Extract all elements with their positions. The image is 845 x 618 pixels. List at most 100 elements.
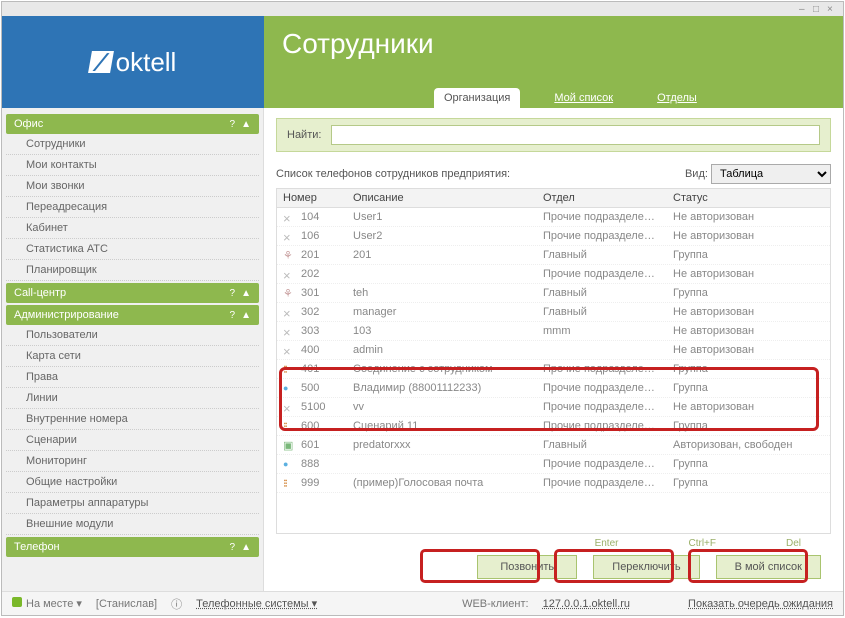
cell-status: Не авторизован (673, 211, 823, 223)
sidebar-item-Планировщик[interactable]: Планировщик (6, 260, 259, 281)
cell-dept: Прочие подразделе… (543, 420, 673, 432)
cell-number: 601 (301, 439, 319, 451)
table-row[interactable]: 888Прочие подразделе…Группа (277, 455, 830, 474)
info-icon[interactable]: ⓘ (171, 596, 182, 612)
help-icon[interactable]: ? (230, 310, 236, 321)
collapse-icon[interactable]: ▲ (241, 288, 251, 299)
sidebar-item-Внешние модули[interactable]: Внешние модули (6, 514, 259, 535)
cell-status: Группа (673, 458, 823, 470)
cell-dept: Прочие подразделе… (543, 268, 673, 280)
table-row[interactable]: 5100vvПрочие подразделе…Не авторизован (277, 398, 830, 417)
view-select[interactable]: Таблица (711, 164, 831, 184)
hint-enter: Enter (595, 538, 619, 549)
status-icon (283, 420, 295, 432)
show-queue-link[interactable]: Показать очередь ожидания (688, 598, 833, 610)
sidebar-item-Переадресация[interactable]: Переадресация (6, 197, 259, 218)
call-button[interactable]: Позвонить (477, 555, 577, 579)
collapse-icon[interactable]: ▲ (241, 119, 251, 130)
status-icon (283, 458, 295, 470)
sidebar-item-Сотрудники[interactable]: Сотрудники (6, 134, 259, 155)
app-window: – □ × ⁄ oktell Сотрудники Организация Мой… (1, 1, 844, 616)
cell-status: Группа (673, 382, 823, 394)
tolist-button[interactable]: В мой список (716, 555, 821, 579)
list-header-row: Список телефонов сотрудников предприятия… (276, 164, 831, 184)
logo-mark-icon: ⁄ (88, 51, 114, 73)
view-control: Вид: Таблица (685, 164, 831, 184)
close-icon[interactable]: × (827, 4, 837, 14)
sidebar-item-Мониторинг[interactable]: Мониторинг (6, 451, 259, 472)
table-row[interactable]: 303103mmmНе авторизован (277, 322, 830, 341)
banner: Сотрудники ОрганизацияМой списокОтделы (264, 16, 843, 108)
col-desc[interactable]: Описание (353, 192, 543, 204)
cell-number: 201 (301, 249, 319, 261)
cell-status: Группа (673, 363, 823, 375)
button-row: Позвонить Переключить В мой список (276, 549, 831, 585)
tab-Отделы[interactable]: Отделы (647, 88, 707, 108)
sidebar-group-Офис[interactable]: Офис?▲ (6, 114, 259, 134)
logo: ⁄ oktell (2, 16, 264, 108)
table-row[interactable]: 999(пример)Голосовая почтаПрочие подразд… (277, 474, 830, 493)
cell-dept: Прочие подразделе… (543, 458, 673, 470)
table-row[interactable]: 201201ГлавныйГруппа (277, 246, 830, 265)
cell-desc: User1 (353, 211, 543, 223)
collapse-icon[interactable]: ▲ (241, 310, 251, 321)
sidebar-item-Мои контакты[interactable]: Мои контакты (6, 155, 259, 176)
body: Офис?▲СотрудникиМои контактыМои звонкиПе… (2, 108, 843, 591)
sidebar-item-Мои звонки[interactable]: Мои звонки (6, 176, 259, 197)
status-user: [Станислав] (96, 598, 157, 610)
help-icon[interactable]: ? (230, 119, 236, 130)
switch-button[interactable]: Переключить (593, 555, 699, 579)
web-client-url[interactable]: 127.0.0.1.oktell.ru (543, 598, 630, 610)
table-row[interactable]: 601predatorxxxГлавныйАвторизован, свобод… (277, 436, 830, 455)
col-status[interactable]: Статус (673, 192, 823, 204)
table-row[interactable]: 202Прочие подразделе…Не авторизован (277, 265, 830, 284)
sidebar-item-Параметры аппаратуры[interactable]: Параметры аппаратуры (6, 493, 259, 514)
content: Найти: Список телефонов сотрудников пред… (264, 108, 843, 591)
cell-desc: vv (353, 401, 543, 413)
sidebar-group-Телефон[interactable]: Телефон?▲ (6, 537, 259, 557)
cell-dept: Главный (543, 249, 673, 261)
sidebar-item-Права[interactable]: Права (6, 367, 259, 388)
sidebar-group-Call-центр[interactable]: Call-центр?▲ (6, 283, 259, 303)
sidebar-item-Сценарии[interactable]: Сценарии (6, 430, 259, 451)
cell-desc: 103 (353, 325, 543, 337)
status-icon (283, 401, 295, 413)
col-number[interactable]: Номер (283, 192, 353, 204)
collapse-icon[interactable]: ▲ (241, 542, 251, 553)
minimize-icon[interactable]: – (799, 4, 809, 14)
sidebar: Офис?▲СотрудникиМои контактыМои звонкиПе… (2, 108, 264, 591)
sidebar-item-Линии[interactable]: Линии (6, 388, 259, 409)
cell-desc: Соединение с сотрудником (353, 363, 543, 375)
sidebar-item-Кабинет[interactable]: Кабинет (6, 218, 259, 239)
tab-Организация[interactable]: Организация (434, 88, 520, 108)
status-company[interactable]: Телефонные системы ▾ (196, 597, 317, 610)
cell-status: Группа (673, 249, 823, 261)
cell-desc: Сценарий 11 (353, 420, 543, 432)
sidebar-item-Общие настройки[interactable]: Общие настройки (6, 472, 259, 493)
status-icon (283, 325, 295, 337)
sidebar-item-Статистика АТС[interactable]: Статистика АТС (6, 239, 259, 260)
maximize-icon[interactable]: □ (813, 4, 823, 14)
col-dept[interactable]: Отдел (543, 192, 673, 204)
cell-desc: manager (353, 306, 543, 318)
table-row[interactable]: 401Соединение с сотрудникомПрочие подраз… (277, 360, 830, 379)
sidebar-group-Администрирование[interactable]: Администрирование?▲ (6, 305, 259, 325)
sidebar-item-Карта сети[interactable]: Карта сети (6, 346, 259, 367)
table-row[interactable]: 106User2Прочие подразделе…Не авторизован (277, 227, 830, 246)
sidebar-item-Пользователи[interactable]: Пользователи (6, 325, 259, 346)
search-input[interactable] (331, 125, 820, 145)
table-row[interactable]: 400adminНе авторизован (277, 341, 830, 360)
hint-ctrlf: Ctrl+F (688, 538, 716, 549)
tab-Мой список[interactable]: Мой список (544, 88, 623, 108)
help-icon[interactable]: ? (230, 288, 236, 299)
table-row[interactable]: 301tehГлавныйГруппа (277, 284, 830, 303)
table-row[interactable]: 104User1Прочие подразделе…Не авторизован (277, 208, 830, 227)
cell-number: 600 (301, 420, 319, 432)
table-row[interactable]: 600Сценарий 11Прочие подразделе…Группа (277, 417, 830, 436)
table-row[interactable]: 500Владимир (88001112233)Прочие подразде… (277, 379, 830, 398)
cell-status: Группа (673, 287, 823, 299)
presence-indicator[interactable]: На месте ▾ (12, 597, 82, 610)
table-row[interactable]: 302managerГлавныйНе авторизован (277, 303, 830, 322)
help-icon[interactable]: ? (230, 542, 236, 553)
sidebar-item-Внутренние номера[interactable]: Внутренние номера (6, 409, 259, 430)
